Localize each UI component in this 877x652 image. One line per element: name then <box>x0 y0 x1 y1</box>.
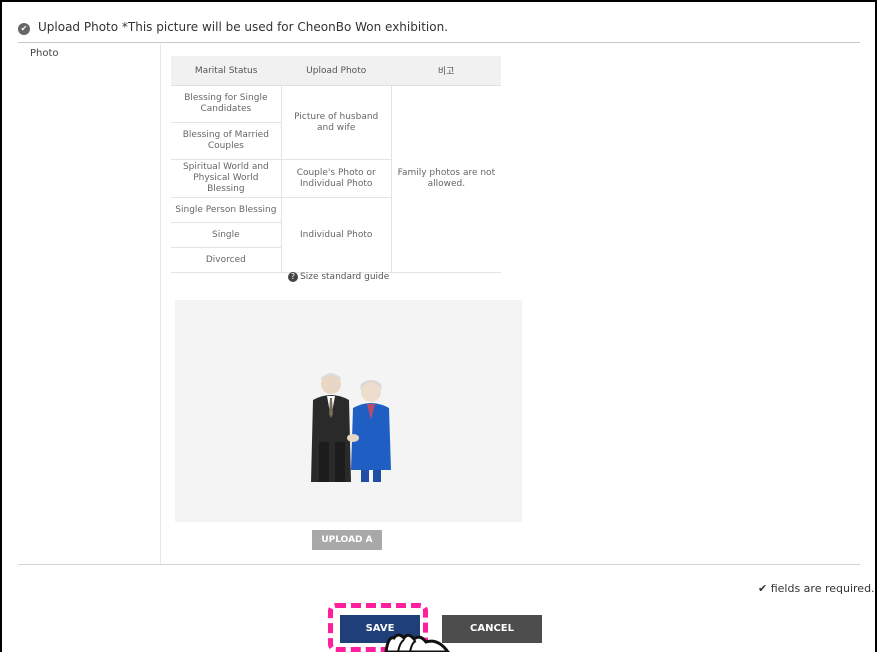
table-header-row: Marital Status Upload Photo 비고 <box>171 56 501 86</box>
upload-button[interactable]: UPLOAD A <box>312 530 382 550</box>
check-circle-icon: ✔ <box>18 23 30 35</box>
table-row: Blessing for Single Candidates Picture o… <box>171 85 501 273</box>
table-cell: Picture of husband and wife <box>280 85 392 160</box>
required-text: fields are required. <box>770 582 875 595</box>
size-guide-link[interactable]: ? Size standard guide <box>288 272 389 282</box>
table-cell: Family photos are not allowed. <box>390 85 501 273</box>
table-cell: Spiritual World and Physical World Bless… <box>171 159 282 198</box>
question-circle-icon: ? <box>288 272 298 282</box>
size-guide-label: Size standard guide <box>300 272 390 282</box>
column-header: 비고 <box>391 56 501 86</box>
table-cell: Divorced <box>171 247 282 273</box>
column-header: Upload Photo <box>281 56 392 86</box>
table-cell: Single <box>171 222 282 248</box>
checkmark-icon: ✔ <box>758 582 768 595</box>
table-cell: Couple's Photo or Individual Photo <box>280 159 392 198</box>
couple-photo <box>311 373 391 482</box>
pointing-hand-icon <box>384 633 450 652</box>
section-header: ✔ Upload Photo *This picture will be use… <box>18 18 860 43</box>
table-cell: Individual Photo <box>280 197 392 273</box>
table-cell: Blessing of Married Couples <box>171 122 282 160</box>
divider <box>18 564 860 565</box>
column-header: Marital Status <box>171 56 282 86</box>
label-column <box>18 44 161 564</box>
photo-label: Photo <box>30 48 59 59</box>
photo-preview <box>175 300 522 522</box>
photo-guide-table: Marital Status Upload Photo 비고 Blessing … <box>171 56 501 273</box>
section-title: Upload Photo *This picture will be used … <box>38 20 448 34</box>
table-cell: Blessing for Single Candidates <box>171 85 282 123</box>
required-note: ✔ fields are required. <box>758 582 875 595</box>
table-cell: Single Person Blessing <box>171 197 282 223</box>
